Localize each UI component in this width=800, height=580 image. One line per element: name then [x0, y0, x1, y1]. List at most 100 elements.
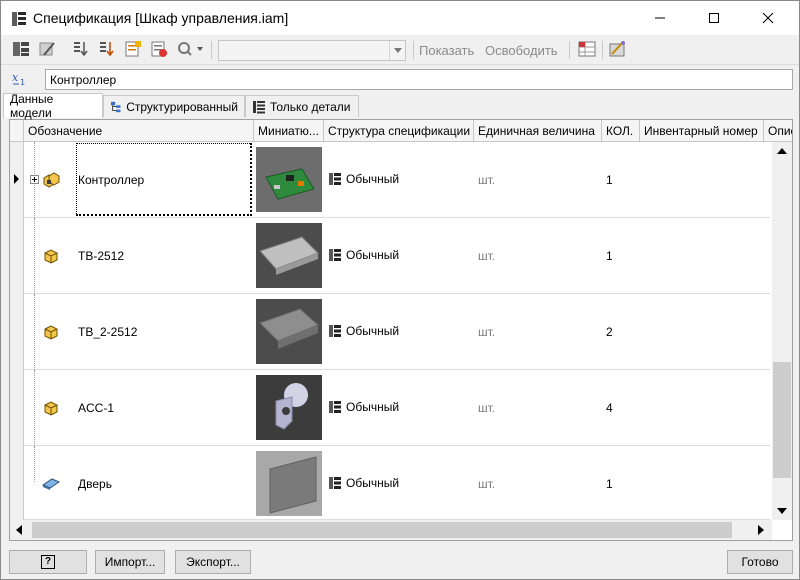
- part-icon: [44, 325, 58, 340]
- bom-structure[interactable]: Обычный: [328, 324, 399, 338]
- close-icon: [762, 12, 774, 24]
- chevron-down-icon[interactable]: [389, 41, 405, 60]
- expand-icon[interactable]: [30, 175, 39, 184]
- tree-line: [34, 294, 35, 370]
- scroll-down-icon[interactable]: [777, 508, 787, 514]
- bom-structure[interactable]: Обычный: [328, 172, 399, 186]
- done-button[interactable]: Готово: [727, 550, 793, 574]
- column-header[interactable]: Обозначение: [24, 120, 254, 142]
- sort-descending-icon[interactable]: [97, 39, 117, 59]
- export-list-icon[interactable]: [123, 39, 143, 59]
- row-selector[interactable]: [10, 370, 24, 446]
- qty-value[interactable]: 2: [606, 325, 613, 339]
- part-thumbnail: [256, 299, 322, 364]
- view-combo[interactable]: [218, 40, 406, 61]
- qty-value[interactable]: 1: [606, 477, 613, 491]
- normal-structure-icon: [329, 401, 341, 413]
- table-row[interactable]: TB_2-2512 Обычный шт. 2: [10, 294, 770, 370]
- vertical-scrollbar[interactable]: [772, 142, 792, 520]
- tab-structured[interactable]: Структурированный: [103, 95, 245, 117]
- bom-app-icon: [12, 12, 26, 26]
- part-thumbnail: [256, 223, 322, 288]
- unit-value[interactable]: шт.: [478, 477, 495, 491]
- svg-text:x: x: [12, 71, 19, 84]
- table-header: Обозначение Миниатю... Структура специфи…: [10, 120, 792, 142]
- table-row[interactable]: TB-2512 Обычный шт. 1: [10, 218, 770, 294]
- import-button[interactable]: Импорт...: [95, 550, 165, 574]
- tree-line: [34, 370, 35, 446]
- structured-tree-icon: [110, 101, 121, 112]
- table-row[interactable]: ACC-1 Обычный шт. 4: [10, 370, 770, 446]
- bom-structure[interactable]: Обычный: [328, 400, 399, 414]
- row-selector[interactable]: [10, 294, 24, 370]
- bom-properties-icon[interactable]: [11, 39, 31, 59]
- normal-structure-icon: [329, 325, 341, 337]
- item-renumber-icon[interactable]: [149, 39, 169, 59]
- table-settings-icon[interactable]: [577, 39, 597, 59]
- maximize-button[interactable]: [691, 1, 737, 35]
- formula-icon[interactable]: x 1: [11, 71, 31, 87]
- vertical-scroll-thumb[interactable]: [773, 362, 791, 478]
- structure-value: Обычный: [346, 324, 400, 338]
- help-icon: ?: [41, 555, 55, 569]
- tab-model-data[interactable]: Данные модели: [3, 92, 103, 120]
- qty-value[interactable]: 4: [606, 401, 613, 415]
- column-header[interactable]: КОЛ.: [602, 120, 640, 142]
- column-header[interactable]: Единичная величина: [474, 120, 602, 142]
- scroll-left-icon[interactable]: [16, 525, 22, 535]
- scroll-right-icon[interactable]: [758, 525, 764, 535]
- part-thumbnail: [256, 451, 322, 516]
- row-selector[interactable]: [10, 446, 24, 520]
- release-button[interactable]: Освободить: [485, 43, 558, 58]
- horizontal-scrollbar[interactable]: [10, 520, 772, 540]
- unit-value[interactable]: шт.: [478, 173, 495, 187]
- bom-window: Спецификация [Шкаф управления.iam] Показ…: [0, 0, 800, 580]
- tab-parts-only[interactable]: Только детали: [245, 95, 359, 117]
- bom-table: Обозначение Миниатю... Структура специфи…: [9, 119, 793, 541]
- close-button[interactable]: [745, 1, 791, 35]
- part-name[interactable]: Контроллер: [78, 173, 144, 187]
- part-name[interactable]: TB_2-2512: [78, 325, 137, 339]
- bom-structure[interactable]: Обычный: [328, 476, 399, 490]
- part-name[interactable]: Дверь: [78, 477, 112, 491]
- unit-value[interactable]: шт.: [478, 401, 495, 415]
- row-selector[interactable]: [10, 218, 24, 294]
- parts-list-icon: [253, 100, 265, 113]
- tab-label: Только детали: [270, 99, 351, 114]
- horizontal-scroll-thumb[interactable]: [32, 522, 732, 538]
- structure-value: Обычный: [346, 400, 400, 414]
- normal-structure-icon: [329, 477, 341, 489]
- edit-icon[interactable]: [37, 39, 57, 59]
- current-row-arrow-icon: [14, 174, 19, 184]
- maximize-icon: [709, 13, 719, 23]
- column-header[interactable]: Инвентарный номер: [640, 120, 764, 142]
- column-header[interactable]: Опис: [764, 120, 792, 142]
- formula-input[interactable]: Контроллер: [45, 69, 793, 90]
- scroll-up-icon[interactable]: [777, 148, 787, 154]
- toolbar-separator: [569, 41, 570, 59]
- unit-value[interactable]: шт.: [478, 325, 495, 339]
- toolbar: Показать Освободить: [1, 35, 799, 65]
- unit-value[interactable]: шт.: [478, 249, 495, 263]
- tree-line: [34, 446, 35, 482]
- sheet-metal-icon: [42, 478, 60, 490]
- structure-value: Обычный: [346, 248, 400, 262]
- row-selector[interactable]: [10, 142, 24, 218]
- part-name[interactable]: TB-2512: [78, 249, 124, 263]
- export-button[interactable]: Экспорт...: [175, 550, 251, 574]
- show-button[interactable]: Показать: [419, 43, 474, 58]
- minimize-button[interactable]: [637, 1, 683, 35]
- column-header[interactable]: Миниатю...: [254, 120, 324, 142]
- bom-tools-icon[interactable]: [607, 39, 627, 59]
- qty-value[interactable]: 1: [606, 249, 613, 263]
- table-row[interactable]: Дверь Обычный шт. 1: [10, 446, 770, 520]
- sort-ascending-icon[interactable]: [71, 39, 91, 59]
- help-button[interactable]: ?: [9, 550, 87, 574]
- part-name[interactable]: ACC-1: [78, 401, 114, 415]
- part-thumbnail: [256, 147, 322, 212]
- bom-structure[interactable]: Обычный: [328, 248, 399, 262]
- table-row[interactable]: Контроллер Обычный шт. 1: [10, 142, 770, 218]
- qty-value[interactable]: 1: [606, 173, 613, 187]
- column-header[interactable]: Структура спецификации: [324, 120, 474, 142]
- find-dropdown-icon[interactable]: [175, 39, 205, 59]
